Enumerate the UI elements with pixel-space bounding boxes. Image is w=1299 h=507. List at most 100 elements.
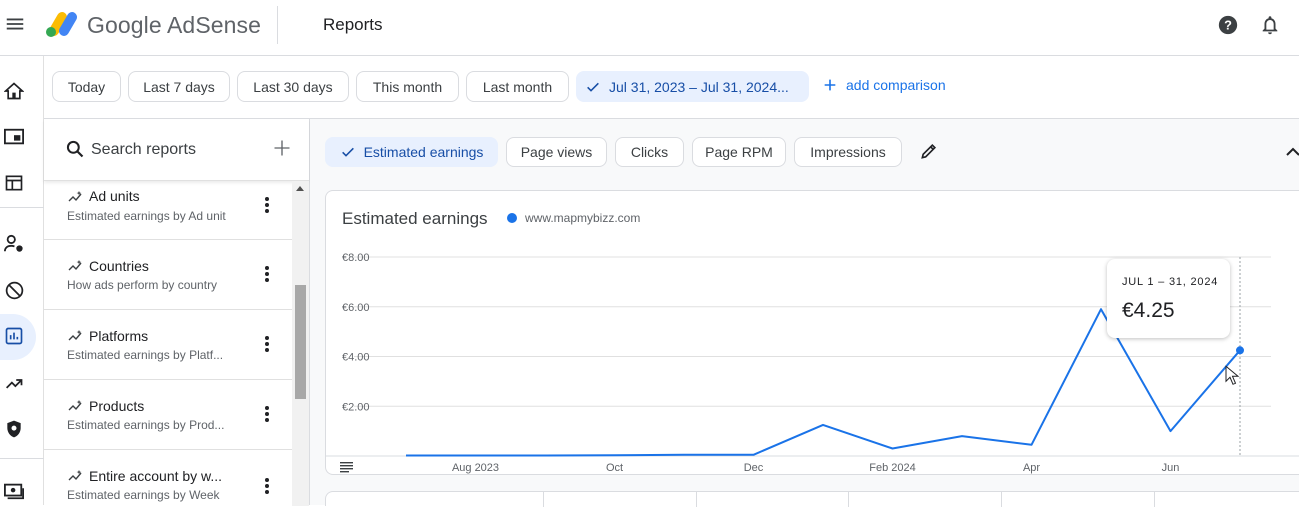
chart-menu-icon	[340, 471, 349, 473]
metric-chip-clicks[interactable]: Clicks	[615, 137, 684, 167]
trending-up-icon	[5, 378, 22, 388]
metric-chip-page-rpm[interactable]: Page RPM	[692, 137, 786, 167]
home-icon	[4, 82, 24, 100]
rail-optimization[interactable]	[2, 371, 26, 395]
more-vert-icon	[265, 478, 269, 494]
sparkle-trend-icon	[68, 330, 82, 341]
report-item-title: Entire account by w...	[89, 468, 223, 484]
report-item-subtitle: Estimated earnings by Platf...	[67, 348, 224, 362]
add-comparison-button[interactable]: add comparison	[822, 77, 946, 93]
rail-policy-center[interactable]	[2, 417, 26, 441]
report-search-bar	[44, 119, 309, 181]
y-tick-label: €8.00	[342, 252, 370, 264]
payments-icon	[4, 483, 24, 500]
block-icon	[5, 281, 23, 299]
rail-separator	[0, 207, 44, 208]
report-item-subtitle: Estimated earnings by Week	[67, 488, 220, 502]
adsense-logo-icon[interactable]	[44, 9, 78, 44]
rail-privacy-messaging[interactable]	[2, 232, 26, 256]
sparkle-trend-icon	[68, 191, 82, 202]
report-item-more-button[interactable]	[258, 474, 276, 498]
check-icon	[587, 82, 599, 92]
sparkle-trend-icon	[68, 400, 82, 411]
report-item-title: Countries	[89, 258, 149, 274]
more-vert-icon	[265, 197, 269, 213]
report-item-ad-units[interactable]: Ad units Estimated earnings by Ad unit	[44, 181, 292, 240]
reports-scrollbar[interactable]	[292, 181, 309, 506]
report-item-more-button[interactable]	[258, 332, 276, 356]
chart-menu-icon	[340, 465, 353, 467]
shield-icon	[7, 420, 21, 438]
reports-panel: Ad units Estimated earnings by Ad unit C…	[44, 118, 310, 506]
report-item-subtitle: Estimated earnings by Ad unit	[67, 209, 226, 223]
tooltip-date: JUL 1 – 31, 2024	[1122, 276, 1219, 288]
x-tick-label: Aug 2023	[452, 462, 499, 474]
more-vert-icon	[265, 266, 269, 282]
brand-name[interactable]: Google AdSense	[87, 12, 261, 39]
x-tick-label: Feb 2024	[869, 462, 915, 474]
metric-chip-page-views[interactable]: Page views	[506, 137, 607, 167]
person-settings-icon	[4, 234, 23, 252]
x-tick-label: Dec	[744, 462, 764, 474]
add-report-icon[interactable]	[272, 138, 292, 158]
report-main-area: Estimated earnings Page views Clicks Pag…	[310, 118, 1299, 507]
date-chip-this-month[interactable]: This month	[356, 71, 459, 102]
search-icon	[66, 140, 84, 158]
earnings-chart-card: Estimated earnings www.mapmybizz.com €8.…	[325, 190, 1299, 475]
y-tick-label: €4.00	[342, 352, 370, 364]
date-chip-last-30-days[interactable]: Last 30 days	[237, 71, 349, 102]
tooltip-value: €4.25	[1122, 299, 1175, 322]
report-table	[325, 491, 1299, 507]
chart-menu-icon	[340, 462, 353, 464]
metric-chip-estimated-earnings[interactable]: Estimated earnings	[325, 137, 498, 167]
report-item-entire-account-by-week[interactable]: Entire account by w... Estimated earning…	[44, 450, 292, 506]
report-item-more-button[interactable]	[258, 193, 276, 217]
notifications-button[interactable]	[1259, 13, 1281, 42]
rail-separator	[0, 458, 44, 459]
rail-home[interactable]	[2, 79, 26, 103]
x-tick-label: Jun	[1162, 462, 1180, 474]
more-vert-icon	[265, 406, 269, 422]
edit-metrics-pencil-icon[interactable]	[919, 141, 939, 161]
mouse-cursor-icon	[1225, 365, 1240, 385]
reports-chart-icon	[5, 327, 23, 345]
check-icon	[341, 147, 354, 157]
navigation-rail	[0, 56, 44, 505]
metric-chip-impressions[interactable]: Impressions	[794, 137, 902, 167]
date-chip-today[interactable]: Today	[52, 71, 121, 102]
metric-chip-label: Estimated earnings	[363, 144, 484, 160]
report-item-title: Products	[89, 398, 145, 414]
date-chip-last-month[interactable]: Last month	[466, 71, 569, 102]
rail-reports[interactable]	[2, 324, 26, 348]
date-chip-custom-range[interactable]: Jul 31, 2023 – Jul 31, 2024...	[576, 71, 809, 102]
rail-ads[interactable]	[2, 171, 26, 195]
report-item-countries[interactable]: Countries How ads perform by country	[44, 240, 292, 310]
help-icon: ?	[1218, 15, 1238, 35]
report-item-title: Platforms	[89, 328, 149, 344]
y-tick-label: €6.00	[342, 302, 370, 314]
sparkle-trend-icon	[68, 470, 82, 481]
page-title: Reports	[323, 15, 383, 34]
report-item-subtitle: How ads perform by country	[67, 278, 218, 292]
header-divider	[277, 6, 278, 44]
rail-payments[interactable]	[2, 479, 26, 503]
report-item-products[interactable]: Products Estimated earnings by Prod...	[44, 380, 292, 450]
layout-icon	[5, 175, 23, 191]
help-button[interactable]: ?	[1217, 14, 1239, 41]
report-item-platforms[interactable]: Platforms Estimated earnings by Platf...	[44, 310, 292, 380]
rail-brand-safety[interactable]	[2, 278, 26, 302]
svg-text:?: ?	[1224, 18, 1232, 33]
search-reports-input[interactable]	[91, 138, 271, 162]
report-item-more-button[interactable]	[258, 402, 276, 426]
plus-icon	[824, 79, 836, 91]
report-item-title: Ad units	[89, 188, 140, 204]
trend-line-icon[interactable]	[1286, 145, 1299, 157]
date-chip-last-7-days[interactable]: Last 7 days	[128, 71, 230, 102]
add-comparison-label: add comparison	[846, 77, 946, 93]
scroll-up-arrow-icon[interactable]	[296, 186, 304, 191]
scrollbar-thumb[interactable]	[295, 285, 306, 399]
rail-sites[interactable]	[2, 125, 26, 149]
more-vert-icon	[265, 336, 269, 352]
report-item-more-button[interactable]	[258, 262, 276, 286]
main-menu-button[interactable]	[3, 12, 27, 36]
